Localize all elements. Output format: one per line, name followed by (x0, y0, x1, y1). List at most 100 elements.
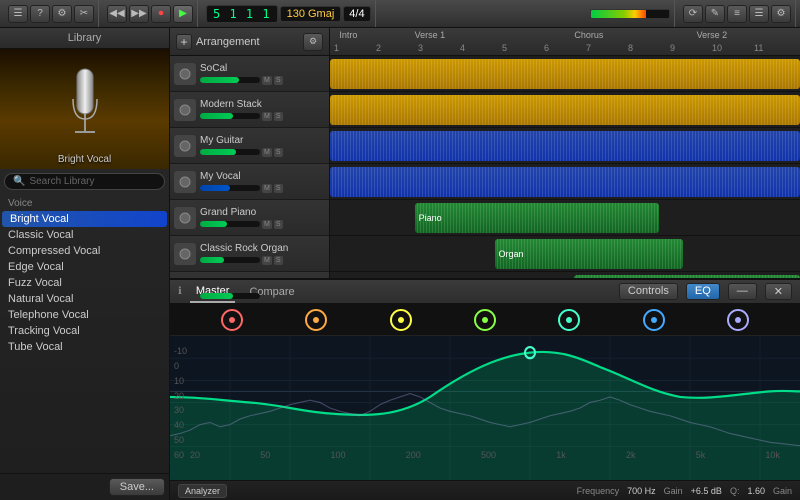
region[interactable]: Organ (495, 239, 683, 269)
track-fader[interactable] (200, 113, 260, 119)
toolbar-icon-1[interactable]: ☰ (8, 5, 28, 23)
track-icon (174, 135, 196, 157)
eq-node[interactable] (221, 309, 243, 331)
level-meter (590, 9, 670, 19)
solo-button[interactable]: S (274, 112, 283, 121)
mute-button[interactable]: M (262, 112, 272, 121)
track-fader[interactable] (200, 185, 260, 191)
microphone-icon (65, 64, 105, 154)
eq-panel: ℹ Master Compare Controls EQ — ✕ (170, 278, 800, 500)
toolbar-icon-4[interactable]: ✂ (74, 5, 94, 23)
mute-button[interactable]: M (262, 184, 272, 193)
voice-item[interactable]: Tube Vocal (0, 339, 169, 355)
region[interactable]: Strings (574, 275, 800, 278)
track-name: Grand Piano (200, 207, 325, 218)
rewind-button[interactable]: ◀◀ (107, 5, 127, 23)
region-row (330, 92, 800, 128)
voice-item[interactable]: Tracking Vocal (0, 323, 169, 339)
eq-node[interactable] (474, 309, 496, 331)
toolbar-left-icons: ☰ ? ⚙ ✂ (4, 0, 99, 27)
eq-db-label: 50 (174, 435, 187, 445)
track-fader[interactable] (200, 257, 260, 263)
main-toolbar: ☰ ? ⚙ ✂ ◀◀ ▶▶ ⏺ ▶ 5 1 1 1 130 Gmaj 4/4 ⟳… (0, 0, 800, 28)
region[interactable]: Piano (415, 203, 659, 233)
eq-footer: Analyzer Frequency 700 Hz Gain +6.5 dB Q… (170, 480, 800, 500)
eq-node[interactable] (558, 309, 580, 331)
section-label: Verse 2 (697, 30, 728, 40)
icon-right-2[interactable]: ✎ (705, 5, 725, 23)
region[interactable] (330, 59, 800, 89)
track-item: Grand Piano M S (170, 200, 329, 236)
fast-forward-button[interactable]: ▶▶ (129, 5, 149, 23)
timeline-number: 8 (628, 43, 670, 53)
eq-tab-master[interactable]: Master (190, 280, 236, 303)
region[interactable] (330, 95, 800, 125)
save-button[interactable]: Save... (109, 478, 165, 496)
solo-button[interactable]: S (274, 220, 283, 229)
eq-btn[interactable]: EQ (686, 283, 720, 300)
eq-node[interactable] (727, 309, 749, 331)
timeline-number: 10 (712, 43, 754, 53)
eq-db-label: 40 (174, 420, 187, 430)
mute-button[interactable]: M (262, 220, 272, 229)
voice-item[interactable]: Natural Vocal (0, 291, 169, 307)
eq-db-label: 30 (174, 405, 187, 415)
voice-item[interactable]: Bright Vocal (2, 211, 167, 227)
mute-button[interactable]: M (262, 148, 272, 157)
track-item: SoCal M S (170, 56, 329, 92)
icon-right-3[interactable]: ≡ (727, 5, 747, 23)
waveform-decoration (330, 95, 800, 125)
timeline-bar: IntroVerse 1ChorusVerse 2 1234567891011 (330, 28, 800, 56)
region[interactable] (330, 167, 800, 197)
analyzer-button[interactable]: Analyzer (178, 484, 227, 498)
play-button[interactable]: ▶ (173, 5, 193, 23)
eq-controls-btn[interactable]: Controls (619, 283, 678, 300)
mute-button[interactable]: M (262, 76, 272, 85)
gain-label: Gain (664, 486, 683, 496)
eq-node[interactable] (390, 309, 412, 331)
record-button[interactable]: ⏺ (151, 5, 171, 23)
eq-minimize-btn[interactable]: — (728, 283, 757, 300)
track-fader[interactable] (200, 77, 260, 83)
waveform-decoration (574, 275, 800, 278)
track-fader[interactable] (200, 293, 260, 299)
eq-db-label: -10 (174, 346, 187, 356)
q-value: 1.60 (747, 486, 765, 496)
track-icon (174, 243, 196, 265)
region-row: Strings (330, 272, 800, 278)
mute-button[interactable]: M (262, 256, 272, 265)
add-track-button[interactable]: + (176, 34, 192, 50)
solo-button[interactable]: S (274, 148, 283, 157)
toolbar-icon-2[interactable]: ? (30, 5, 50, 23)
search-bar[interactable]: 🔍 Search Library (4, 173, 165, 190)
voice-item[interactable]: Edge Vocal (0, 259, 169, 275)
voice-item[interactable]: Compressed Vocal (0, 243, 169, 259)
level-meter-fill (591, 10, 646, 18)
icon-right-4[interactable]: ☰ (749, 5, 769, 23)
tracks-area: + Arrangement ⚙ SoCal M S Modern Stack (170, 28, 800, 278)
solo-button[interactable]: S (274, 184, 283, 193)
icon-right-1[interactable]: ⟳ (683, 5, 703, 23)
search-icon: 🔍 (13, 176, 25, 187)
eq-node[interactable] (643, 309, 665, 331)
arrangement-view[interactable]: IntroVerse 1ChorusVerse 2 1234567891011 … (330, 28, 800, 278)
eq-close-btn[interactable]: ✕ (765, 283, 792, 300)
toolbar-icon-3[interactable]: ⚙ (52, 5, 72, 23)
gain-value: +6.5 dB (691, 486, 722, 496)
timeline-number: 6 (544, 43, 586, 53)
voice-item[interactable]: Classic Vocal (0, 227, 169, 243)
voice-item[interactable]: Fuzz Vocal (0, 275, 169, 291)
region-row (330, 56, 800, 92)
track-fader[interactable] (200, 221, 260, 227)
solo-button[interactable]: S (274, 256, 283, 265)
bpm-display: 130 Gmaj (280, 6, 342, 22)
arrangement-settings-icon[interactable]: ⚙ (303, 33, 323, 51)
icon-right-5[interactable]: ⚙ (771, 5, 791, 23)
region[interactable] (330, 131, 800, 161)
eq-graph[interactable]: -100102030405060 20501002005001k2k5k10k (170, 336, 800, 480)
eq-tab-compare[interactable]: Compare (243, 280, 300, 303)
track-fader[interactable] (200, 149, 260, 155)
voice-item[interactable]: Telephone Vocal (0, 307, 169, 323)
solo-button[interactable]: S (274, 76, 283, 85)
eq-node[interactable] (305, 309, 327, 331)
